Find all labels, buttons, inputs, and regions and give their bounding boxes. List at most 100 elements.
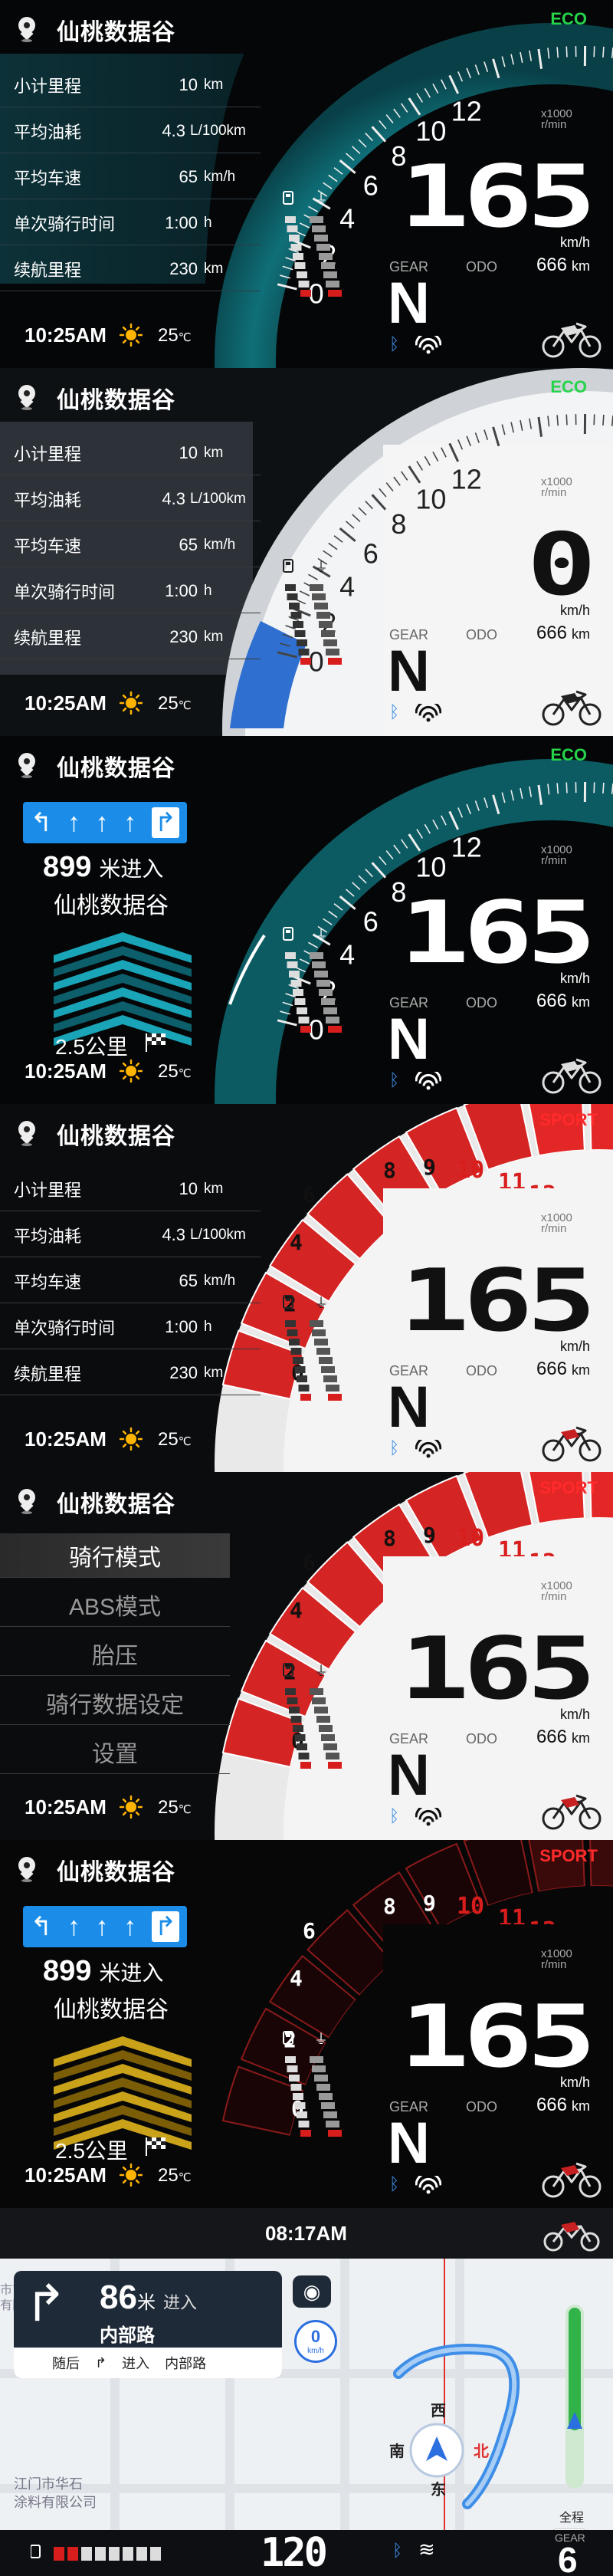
temp-level-bar: [319, 1725, 333, 1732]
rpm-tick: [593, 414, 595, 426]
fuel-level-bar: [294, 262, 306, 269]
fuel-level-bar: [289, 971, 300, 978]
sunny-weather-icon: [120, 1060, 143, 1083]
temp-level-bar: [314, 2075, 328, 2082]
fuel-level-bar: [290, 1348, 302, 1355]
trip-stat-value: 65: [179, 1270, 198, 1290]
next-prefix: 随后: [52, 2356, 80, 2371]
robot-icon[interactable]: ◉: [293, 2275, 331, 2308]
temp-level-bar: [328, 290, 342, 297]
trip-stat-value: 10: [179, 442, 198, 462]
temp-level-bar: [326, 1017, 339, 1024]
settings-menu-item[interactable]: 骑行数据设定: [0, 1681, 230, 1725]
trip-stat-row: 单次骑行时间 1:00 h: [0, 1305, 261, 1349]
lane-arrow-icon: ↰: [30, 1912, 53, 1941]
settings-menu-item[interactable]: 骑行模式: [0, 1533, 230, 1578]
temperature-unit: ℃: [178, 1803, 192, 1816]
trip-stat-value: 4.3: [162, 120, 185, 140]
fuel-level-bar: [287, 225, 298, 232]
trip-stat-label: 小计里程: [14, 1180, 82, 1200]
trip-stat-row: 续航里程 230 km: [0, 247, 261, 291]
temp-level-bar: [326, 649, 339, 656]
gear-indicator: N: [388, 271, 430, 336]
sunny-weather-icon: [120, 1796, 143, 1819]
temperature-unit: ℃: [178, 2171, 192, 2184]
temp-level-bar: [312, 593, 326, 600]
odometer: 666 km: [536, 1359, 590, 1380]
temp-level-bar: [323, 2111, 337, 2118]
trip-stat-unit: km: [204, 260, 224, 277]
settings-menu-item[interactable]: 设置: [0, 1730, 230, 1774]
trip-stat-unit: km/h: [204, 536, 236, 553]
temp-level-bar: [326, 1753, 339, 1760]
odometer-value: 666: [536, 991, 567, 1011]
temp-level-bar: [310, 1688, 323, 1695]
temperature: 25℃: [158, 693, 192, 715]
nav-road: 内部路: [100, 2325, 155, 2346]
fuel-level-bar: [287, 593, 298, 600]
rpm-tick-label: 10: [415, 115, 446, 146]
wifi-icon: [415, 336, 441, 354]
location-name: 仙桃数据谷: [57, 1492, 175, 1517]
speed-readout: 165: [399, 883, 596, 983]
location-name: 仙桃数据谷: [57, 20, 175, 45]
location-row: 仙桃数据谷: [17, 1851, 175, 1889]
odometer: 666 km: [536, 1727, 590, 1748]
temp-level-bar: [328, 1394, 342, 1401]
temp-level-bar: [314, 971, 328, 978]
trip-stat-value: 65: [179, 166, 198, 186]
riding-mode-badge: ECO: [550, 377, 587, 396]
trip-stat-unit: km: [204, 1180, 224, 1197]
trip-stat-value: 10: [179, 1178, 198, 1198]
coolant-temp-icon: ⏚: [314, 1296, 328, 1312]
rpm-tick-label: 2: [284, 2027, 297, 2052]
odo-label: ODO: [466, 259, 498, 274]
fuel-level-bar: [287, 1697, 298, 1704]
gear-indicator: N: [388, 1743, 430, 1808]
rpm-tick-label: 8: [391, 508, 406, 540]
coolant-temp-icon: ⏚: [314, 928, 328, 944]
trip-stat-value: 1:00: [165, 212, 198, 232]
location-pin-icon: [17, 385, 37, 411]
temp-level-bar: [312, 225, 326, 232]
trip-stat-label: 续航里程: [14, 1364, 82, 1384]
fuel-level-bar: [300, 1762, 311, 1769]
rpm-tick-label: 4: [290, 1230, 303, 1255]
trip-stat-unit: L/100km: [190, 1226, 246, 1243]
rpm-tick: [593, 46, 595, 58]
location-row: 仙桃数据谷: [17, 1115, 175, 1153]
temp-level-bar: [310, 216, 323, 223]
compass-north: 北: [474, 2443, 489, 2460]
fuel-level-bar: [297, 271, 307, 278]
trip-stat-value: 10: [179, 74, 198, 94]
location-name: 仙桃数据谷: [57, 388, 175, 413]
trip-stat-row: 单次骑行时间 1:00 h: [0, 201, 261, 245]
temp-level-bar: [326, 2121, 339, 2128]
speed-unit: km/h: [559, 235, 590, 250]
temperature-value: 25: [158, 2165, 179, 2186]
temp-level-bar: [319, 989, 333, 996]
settings-menu-item[interactable]: 胎压: [0, 1631, 230, 1676]
wifi-icon: ≋: [418, 2538, 435, 2561]
temperature-unit: ℃: [178, 699, 192, 712]
fuel-level-bar: [294, 1734, 306, 1741]
odometer-unit: km: [572, 994, 590, 1010]
speed-unit: km/h: [559, 1339, 590, 1354]
settings-menu-item[interactable]: ABS模式: [0, 1582, 230, 1627]
fuel-level-bar: [297, 1007, 307, 1014]
temp-level-bar: [310, 1320, 323, 1327]
turn-road: 仙桃数据谷: [54, 1997, 169, 2022]
trip-stat-unit: km/h: [204, 1272, 236, 1289]
rpm-tick: [565, 414, 568, 426]
trip-stat-row: 续航里程 230 km: [0, 1351, 261, 1395]
compass-west: 西: [431, 2403, 446, 2420]
gear-indicator: N: [388, 2111, 430, 2176]
lane-arrow-icon: ↑: [123, 807, 137, 837]
trip-stat-unit: km: [204, 444, 224, 461]
trip-stat-row: 小计里程 10 km: [0, 1167, 261, 1211]
fuel-level-bar: [285, 584, 296, 591]
odometer-unit: km: [572, 1730, 590, 1746]
trip-stat-label: 小计里程: [14, 76, 82, 96]
fuel-level-bar: [293, 1357, 303, 1364]
temperature: 25℃: [158, 1061, 192, 1083]
